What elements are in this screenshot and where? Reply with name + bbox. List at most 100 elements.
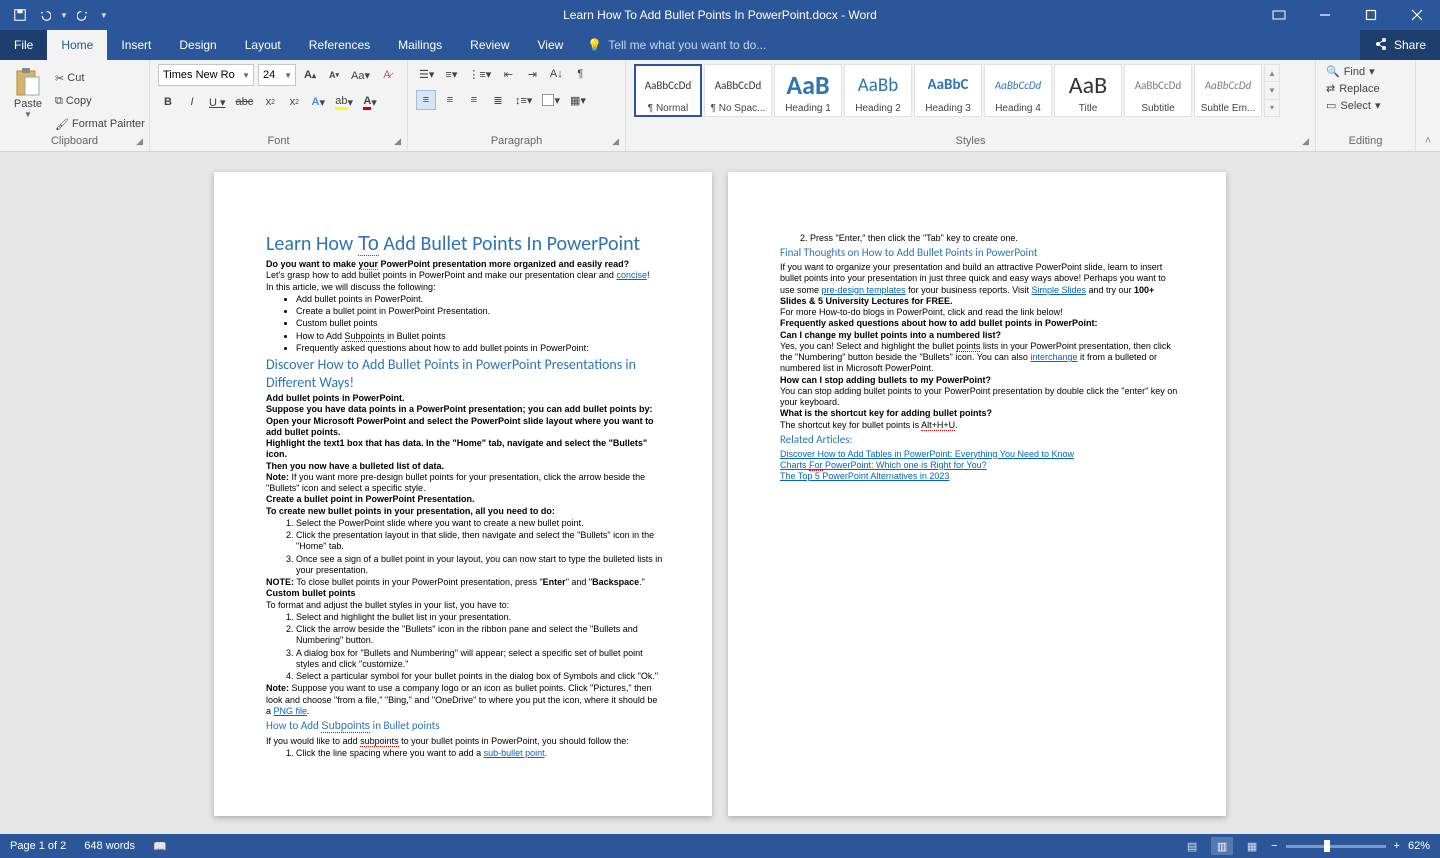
underline-button[interactable]: U ▾	[206, 92, 229, 112]
increase-indent-button[interactable]: ⇥	[522, 64, 542, 84]
tab-references[interactable]: References	[295, 30, 384, 60]
styles-down-icon[interactable]: ▼	[1265, 81, 1279, 98]
zoom-in-icon[interactable]: +	[1394, 840, 1400, 852]
page-2[interactable]: Press "Enter," then click the "Tab" key …	[728, 172, 1226, 816]
copy-button[interactable]: ⧉ Copy	[52, 91, 148, 111]
print-layout-icon[interactable]: ▥	[1211, 837, 1233, 855]
style--no-spac-[interactable]: AaBbCcDd¶ No Spac...	[704, 64, 772, 117]
dialog-launcher-icon[interactable]: ◢	[1302, 136, 1309, 147]
font-size-select[interactable]: 24▼	[258, 64, 296, 86]
tab-design[interactable]: Design	[165, 30, 230, 60]
cut-button[interactable]: ✂ Cut	[52, 68, 148, 88]
styles-up-icon[interactable]: ▲	[1265, 65, 1279, 81]
find-icon: 🔍	[1326, 65, 1340, 78]
align-center-button[interactable]: ≡	[440, 90, 460, 110]
group-paragraph: ☰▾ ≡▾ ⋮≡▾ ⇤ ⇥ A↓ ¶ ≡ ≡ ≡ ≣ ↕≡▾ ▾ ▦▾ Para…	[408, 60, 626, 151]
subscript-button[interactable]: x2	[260, 92, 280, 112]
brush-icon: 🖌	[55, 118, 69, 131]
format-painter-button[interactable]: 🖌 Format Painter	[52, 114, 148, 134]
proofing-icon[interactable]: 📖	[153, 840, 167, 853]
style-heading-2[interactable]: AaBbHeading 2	[844, 64, 912, 117]
read-mode-icon[interactable]: ▤	[1181, 837, 1203, 855]
font-name-select[interactable]: Times New Ro▼	[158, 64, 254, 86]
document-workspace[interactable]: Learn How To Add Bullet Points In PowerP…	[0, 152, 1440, 834]
line-spacing-button[interactable]: ↕≡▾	[512, 90, 535, 110]
italic-button[interactable]: I	[182, 92, 202, 112]
chevron-down-icon: ▼	[242, 71, 250, 80]
zoom-level[interactable]: 62%	[1408, 840, 1430, 852]
close-icon[interactable]	[1394, 0, 1440, 30]
change-case-button[interactable]: Aa▾	[348, 65, 373, 85]
font-color-button[interactable]: A▾	[360, 92, 380, 112]
borders-button[interactable]: ▦▾	[567, 90, 589, 110]
bullets-button[interactable]: ☰▾	[416, 64, 437, 84]
numbering-button[interactable]: ≡▾	[441, 64, 461, 84]
style--normal[interactable]: AaBbCcDd¶ Normal	[634, 64, 702, 117]
minimize-icon[interactable]	[1302, 0, 1348, 30]
clear-formatting-button[interactable]: A̷	[377, 65, 397, 85]
share-button[interactable]: Share	[1360, 30, 1440, 60]
style-title[interactable]: AaBTitle	[1054, 64, 1122, 117]
find-button[interactable]: 🔍Find ▾	[1324, 64, 1407, 79]
dialog-launcher-icon[interactable]: ◢	[394, 136, 401, 147]
save-icon[interactable]	[12, 7, 28, 23]
align-right-button[interactable]: ≡	[464, 90, 484, 110]
redo-icon[interactable]	[76, 7, 92, 23]
tab-file[interactable]: File	[0, 30, 47, 60]
tab-layout[interactable]: Layout	[231, 30, 295, 60]
styles-more-icon[interactable]: ▾	[1265, 99, 1279, 116]
shading-button[interactable]: ▾	[539, 90, 563, 110]
paste-button[interactable]: Paste ▼	[8, 64, 48, 121]
sort-button[interactable]: A↓	[546, 64, 566, 84]
zoom-out-icon[interactable]: −	[1271, 840, 1277, 852]
replace-icon: ⇄	[1326, 82, 1335, 95]
customize-qat-icon[interactable]: ▼	[100, 11, 108, 20]
undo-icon[interactable]	[36, 7, 52, 23]
styles-gallery[interactable]: AaBbCcDd¶ NormalAaBbCcDd¶ No Spac...AaBH…	[634, 64, 1307, 117]
style-subtle-em-[interactable]: AaBbCcDdSubtle Em...	[1194, 64, 1262, 117]
lightbulb-icon: 💡	[587, 38, 602, 52]
tab-home[interactable]: Home	[47, 30, 107, 60]
show-marks-button[interactable]: ¶	[570, 64, 590, 84]
collapse-ribbon-icon[interactable]: ˄	[1425, 135, 1431, 147]
ribbon-tabs: File Home Insert Design Layout Reference…	[0, 30, 1440, 60]
decrease-indent-button[interactable]: ⇤	[498, 64, 518, 84]
strikethrough-button[interactable]: abc	[233, 92, 257, 112]
style-heading-4[interactable]: AaBbCcDdHeading 4	[984, 64, 1052, 117]
justify-button[interactable]: ≣	[488, 90, 508, 110]
chevron-down-icon: ▼	[284, 71, 292, 80]
text-effects-button[interactable]: A▾	[308, 92, 328, 112]
tab-mailings[interactable]: Mailings	[384, 30, 456, 60]
style-heading-3[interactable]: AaBbCHeading 3	[914, 64, 982, 117]
group-label: Styles	[956, 135, 986, 147]
word-count[interactable]: 648 words	[84, 840, 135, 852]
select-button[interactable]: ▭Select ▾	[1324, 98, 1407, 113]
multilevel-list-button[interactable]: ⋮≡▾	[465, 64, 494, 84]
tell-me-search[interactable]: 💡 Tell me what you want to do...	[577, 30, 766, 60]
tab-review[interactable]: Review	[456, 30, 523, 60]
tab-insert[interactable]: Insert	[107, 30, 165, 60]
dialog-launcher-icon[interactable]: ◢	[612, 136, 619, 147]
grow-font-button[interactable]: A▴	[300, 65, 320, 85]
replace-button[interactable]: ⇄Replace	[1324, 81, 1407, 96]
shrink-font-button[interactable]: A▾	[324, 65, 344, 85]
share-label: Share	[1394, 38, 1426, 52]
dialog-launcher-icon[interactable]: ◢	[136, 136, 143, 147]
align-left-button[interactable]: ≡	[416, 90, 436, 110]
title-bar: ▼ ▼ Learn How To Add Bullet Points In Po…	[0, 0, 1440, 30]
maximize-icon[interactable]	[1348, 0, 1394, 30]
page-indicator[interactable]: Page 1 of 2	[10, 840, 66, 852]
style-heading-1[interactable]: AaBHeading 1	[774, 64, 842, 117]
style-subtitle[interactable]: AaBbCcDdSubtitle	[1124, 64, 1192, 117]
web-layout-icon[interactable]: ▦	[1241, 837, 1263, 855]
tab-view[interactable]: View	[524, 30, 578, 60]
page-1[interactable]: Learn How To Add Bullet Points In PowerP…	[214, 172, 712, 816]
undo-dropdown-icon[interactable]: ▼	[60, 11, 68, 20]
group-styles: AaBbCcDd¶ NormalAaBbCcDd¶ No Spac...AaBH…	[626, 60, 1316, 151]
zoom-slider[interactable]	[1286, 845, 1386, 848]
ribbon-display-icon[interactable]	[1256, 0, 1302, 30]
highlight-button[interactable]: ab▾	[332, 92, 356, 112]
bold-button[interactable]: B	[158, 92, 178, 112]
ribbon: Paste ▼ ✂ Cut ⧉ Copy 🖌 Format Painter Cl…	[0, 60, 1440, 152]
superscript-button[interactable]: x2	[284, 92, 304, 112]
